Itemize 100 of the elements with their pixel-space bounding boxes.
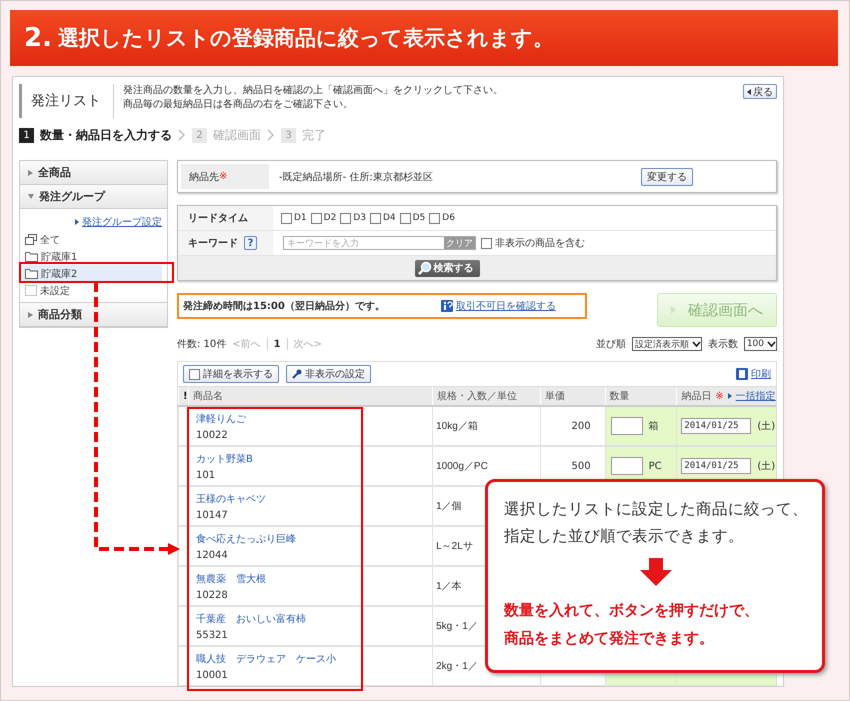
checkbox-label: D3 (353, 213, 366, 223)
checkbox-label: D1 (294, 213, 307, 223)
search-button[interactable]: 検索する (414, 260, 480, 276)
page-title: 発注リスト (19, 84, 113, 118)
checkbox-label: D4 (382, 213, 396, 223)
checkbox[interactable] (429, 212, 440, 224)
date-field[interactable]: 2014/01/25 (681, 458, 752, 474)
sidebar-item[interactable]: 未設定 (23, 282, 162, 299)
sidebar-section[interactable]: 商品分類 (20, 303, 167, 327)
notice-text: 発注締め時間は15:00（翌日納品分）です。 (183, 299, 385, 313)
triangle-icon (671, 306, 676, 314)
field-label: キーワード (188, 237, 238, 250)
help-button[interactable]: ? (244, 236, 257, 250)
sidebar-item[interactable]: 貯蔵庫2 (23, 265, 162, 282)
unit-label: PC (648, 460, 662, 472)
stack-icon (25, 234, 37, 245)
field-label: 納品先※ (181, 164, 269, 189)
unavailable-days-link[interactable]: 取引不可日を確認する (456, 299, 556, 313)
checkbox-label: D6 (442, 213, 455, 223)
show-details-button[interactable]: 詳細を表示する (183, 365, 279, 383)
bulk-set-link[interactable]: 一括指定 (736, 389, 776, 403)
hidden-settings-button[interactable]: 非表示の設定 (286, 365, 371, 383)
down-arrow-icon (640, 558, 672, 586)
checkbox[interactable] (481, 238, 492, 248)
sidebar-section[interactable]: 全商品 (20, 161, 167, 185)
required-mark: ※ (715, 390, 724, 402)
folder-icon (25, 251, 38, 262)
checkbox[interactable] (340, 212, 352, 224)
step-number: 2. (24, 23, 52, 53)
product-link[interactable]: 無農薬 雪大根 (196, 572, 266, 586)
product-link[interactable]: 食べ応えたっぷり巨峰 (196, 532, 296, 546)
step-number: 2 (192, 128, 207, 142)
checkbox[interactable] (310, 212, 322, 224)
sort-select[interactable]: 設定済表示順 (632, 337, 702, 351)
step-label: 完了 (302, 126, 326, 144)
product-link[interactable]: 王様のキャベツ (196, 492, 266, 506)
sidebar-section[interactable]: 発注グループ (20, 185, 167, 209)
checkbox-label: 非表示の商品を含む (495, 236, 585, 250)
checkbox-label: D5 (412, 213, 426, 223)
per-page-select[interactable]: 100 (744, 337, 777, 351)
sidebar-item[interactable]: 貯蔵庫1 (23, 248, 162, 265)
product-link[interactable]: 津軽りんご (196, 412, 246, 426)
product-code: 12044 (196, 550, 228, 560)
dotted-square-icon (25, 285, 37, 296)
sidebar-item[interactable]: 全て (23, 231, 162, 248)
triangle-icon (747, 88, 751, 94)
required-mark: ※ (219, 171, 228, 182)
caret-icon (767, 340, 776, 348)
caret-icon (692, 340, 701, 348)
info-icon (440, 300, 453, 312)
unit-label: 箱 (648, 420, 659, 433)
column-header: ! (178, 387, 188, 405)
product-code: 55321 (196, 630, 228, 640)
field-label: リードタイム (178, 206, 273, 230)
checkbox[interactable] (281, 212, 292, 224)
table-cell: 10kg／箱 (432, 407, 540, 445)
column-header: 規格・入数／単位 (432, 387, 540, 405)
change-button[interactable]: 変更する (641, 168, 693, 186)
quantity-field[interactable] (610, 457, 643, 475)
step-number: 3 (281, 128, 296, 142)
print-icon (736, 368, 748, 380)
checkbox[interactable] (189, 368, 200, 380)
product-code: 10147 (196, 510, 228, 520)
quantity-field[interactable] (610, 417, 643, 435)
chevron-icon (178, 129, 186, 141)
print-link[interactable]: 印刷 (751, 367, 771, 381)
column-header: 商品名 (188, 387, 432, 405)
checkbox[interactable] (400, 212, 411, 224)
page-number[interactable]: 1 (274, 338, 281, 350)
triangle-icon (728, 393, 732, 399)
step-number: 1 (19, 128, 34, 142)
folder-icon (25, 268, 38, 279)
item-count: 件数: 10件 (177, 338, 226, 351)
step-label: 数量・納品日を入力する (40, 126, 172, 144)
checkbox-label: D2 (324, 213, 336, 223)
field-label: 表示数 (708, 338, 738, 351)
column-header: 納品日 ※ 一括指定 (676, 387, 776, 405)
description-text: 商品毎の最短納品日は各商品の右をご確認下さい。 (123, 98, 354, 112)
checkbox[interactable] (370, 212, 381, 224)
column-header: 数量 (604, 387, 676, 405)
search-icon (418, 261, 432, 275)
back-button[interactable]: 戻る (743, 84, 777, 99)
product-code: 10022 (196, 430, 228, 440)
product-code: 10001 (196, 670, 228, 680)
column-header: 単価 (540, 387, 605, 405)
delivery-address: -既定納品場所- 住所:東京都杉並区 (278, 170, 434, 184)
step-label: 確認画面 (213, 126, 261, 144)
product-code: 101 (196, 470, 216, 480)
product-code: 10228 (196, 590, 228, 600)
group-settings-link[interactable]: 発注グループ設定 (82, 215, 162, 229)
date-field[interactable]: 2014/01/25 (681, 418, 752, 434)
weekday-label: (土) (757, 420, 776, 433)
product-link[interactable]: 千葉産 おいしい富有柿 (196, 612, 306, 626)
wrench-icon (292, 369, 302, 379)
product-link[interactable]: 職人技 デラウェア ケース小 (196, 652, 336, 666)
triangle-icon (75, 219, 79, 225)
field-label: 並び順 (596, 338, 626, 351)
weekday-label: (土) (757, 460, 776, 473)
description-text: 発注商品の数量を入力し、納品日を確認の上「確認画面へ」をクリックして下さい。 (123, 84, 504, 98)
product-link[interactable]: カット野菜B (196, 452, 253, 466)
